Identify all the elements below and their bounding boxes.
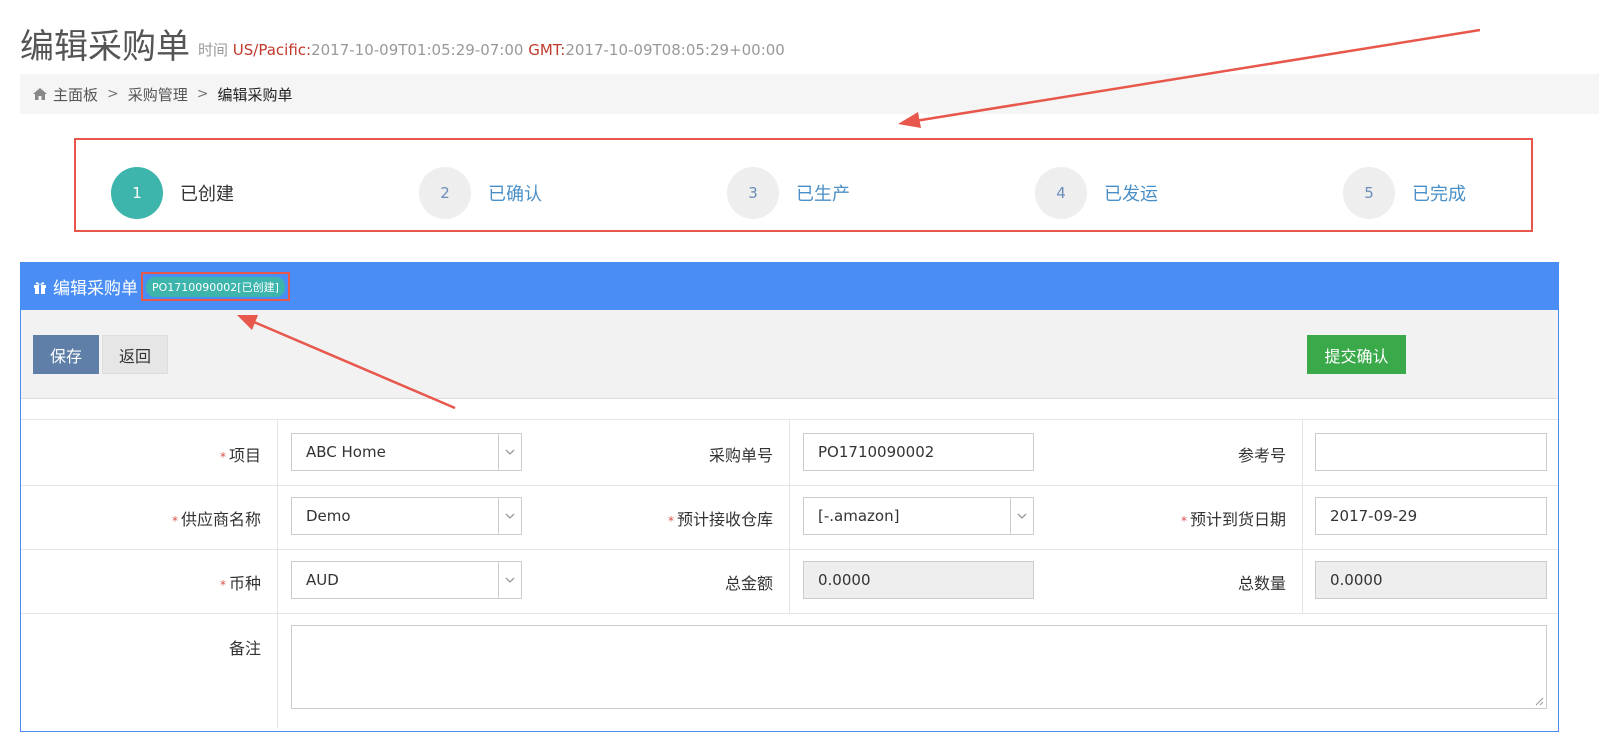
step-confirmed: 2 已确认 xyxy=(419,167,542,219)
step-number: 2 xyxy=(419,167,471,219)
warehouse-select[interactable]: [-.amazon] xyxy=(803,497,1034,535)
gift-icon xyxy=(34,281,46,294)
home-icon xyxy=(33,88,47,100)
total-amount-field: 0.0000 xyxy=(803,561,1034,599)
page-header: 编辑采购单 时间 US/Pacific:2017-10-09T01:05:29-… xyxy=(20,14,785,64)
step-label: 已创建 xyxy=(180,184,234,205)
step-label: 已完成 xyxy=(1412,184,1466,205)
project-select[interactable]: ABC Home xyxy=(291,433,522,471)
tz2-value: 2017-10-09T08:05:29+00:00 xyxy=(565,41,785,59)
chevron-down-icon xyxy=(498,562,521,598)
form-row: * 项目 ABC Home 采购单号 PO1710090002 参考号 xyxy=(21,419,1558,486)
tz1-label: US/Pacific: xyxy=(232,41,312,59)
page-subtitle: 时间 US/Pacific:2017-10-09T01:05:29-07:00 … xyxy=(198,39,785,60)
supplier-label: * 供应商名称 xyxy=(171,510,261,529)
time-label: 时间 xyxy=(198,41,229,59)
tz2-label: GMT: xyxy=(528,41,566,59)
breadcrumb-current: 编辑采购单 xyxy=(217,85,293,104)
panel-header: 编辑采购单 PO1710090002[已创建] xyxy=(21,263,1558,310)
breadcrumb-separator: > xyxy=(107,86,119,102)
chevron-down-icon xyxy=(498,498,521,534)
save-button[interactable]: 保存 xyxy=(33,335,99,374)
status-steps: 1 已创建 2 已确认 3 已生产 4 已发运 5 已完成 xyxy=(74,138,1533,232)
submit-confirm-button[interactable]: 提交确认 xyxy=(1307,335,1406,374)
supplier-select[interactable]: Demo xyxy=(291,497,522,535)
form-row: 备注 xyxy=(21,613,1558,728)
remarks-textarea[interactable] xyxy=(291,625,1547,709)
step-label: 已发运 xyxy=(1104,184,1158,205)
total-quantity-label: 总数量 xyxy=(1237,574,1286,593)
resize-grip-icon[interactable] xyxy=(1535,697,1544,706)
tz1-value: 2017-10-09T01:05:29-07:00 xyxy=(311,41,524,59)
form-row: * 币种 AUD 总金额 0.0000 总数量 0.0000 xyxy=(21,549,1558,614)
breadcrumb: 主面板 > 采购管理 > 编辑采购单 xyxy=(20,74,1599,114)
step-number: 5 xyxy=(1343,167,1395,219)
chevron-down-icon xyxy=(1010,498,1033,534)
reference-label: 参考号 xyxy=(1237,446,1286,465)
toolbar: 保存 返回 提交确认 xyxy=(21,310,1558,399)
step-produced: 3 已生产 xyxy=(727,167,850,219)
po-number-label: 采购单号 xyxy=(708,446,773,465)
form-row: * 供应商名称 Demo * 预计接收仓库 [-.amazon] * 预计到货日期 2… xyxy=(21,484,1558,550)
currency-label: * 币种 xyxy=(219,574,261,593)
total-amount-label: 总金额 xyxy=(724,574,773,593)
po-status-badge: PO1710090002[已创建] xyxy=(146,276,285,297)
step-number: 3 xyxy=(727,167,779,219)
step-completed: 5 已完成 xyxy=(1343,167,1466,219)
panel-title: 编辑采购单 xyxy=(53,279,138,299)
badge-highlight: PO1710090002[已创建] xyxy=(141,272,290,301)
step-label: 已生产 xyxy=(796,184,850,205)
po-number-input[interactable]: PO1710090002 xyxy=(803,433,1034,471)
breadcrumb-purchase-management[interactable]: 采购管理 xyxy=(128,84,188,105)
breadcrumb-home[interactable]: 主面板 xyxy=(53,84,98,105)
arrival-date-input[interactable]: 2017-09-29 xyxy=(1315,497,1547,535)
step-number: 1 xyxy=(111,167,163,219)
project-label: * 项目 xyxy=(219,446,261,465)
warehouse-label: * 预计接收仓库 xyxy=(667,510,773,529)
step-created: 1 已创建 xyxy=(111,167,234,219)
total-quantity-field: 0.0000 xyxy=(1315,561,1547,599)
edit-po-panel: 编辑采购单 PO1710090002[已创建] 保存 返回 提交确认 * 项目 A… xyxy=(20,262,1559,732)
back-button[interactable]: 返回 xyxy=(102,335,168,374)
page-title: 编辑采购单 xyxy=(20,27,190,67)
reference-input[interactable] xyxy=(1315,433,1547,471)
chevron-down-icon xyxy=(498,434,521,470)
step-label: 已确认 xyxy=(488,184,542,205)
breadcrumb-separator: > xyxy=(196,86,209,102)
arrival-date-label: * 预计到货日期 xyxy=(1180,510,1286,529)
remarks-label: 备注 xyxy=(228,639,261,658)
step-shipped: 4 已发运 xyxy=(1035,167,1158,219)
currency-select[interactable]: AUD xyxy=(291,561,522,599)
step-number: 4 xyxy=(1035,167,1087,219)
